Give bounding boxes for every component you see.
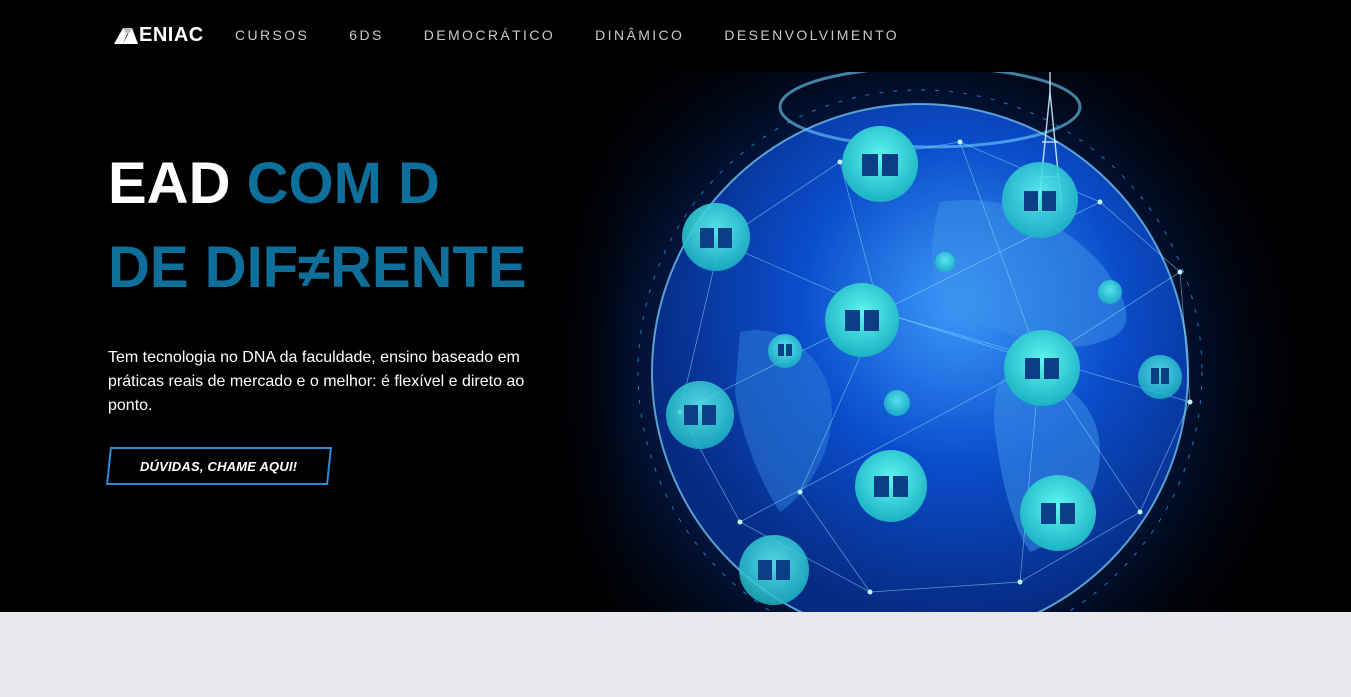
cta-label: DÚVIDAS, CHAME AQUI! [140, 458, 298, 474]
chat-cta-button[interactable]: DÚVIDAS, CHAME AQUI! [106, 447, 332, 485]
globe-with-books-icon [540, 72, 1351, 612]
nav-item-6ds[interactable]: 6DS [349, 27, 383, 43]
lower-section [0, 612, 1351, 697]
hero-headline-line-1: EAD COM D [108, 152, 440, 216]
nav-item-dinamico[interactable]: DINÂMICO [595, 27, 684, 43]
hero-description: Tem tecnologia no DNA da faculdade, ensi… [108, 349, 525, 414]
nav-item-democratico[interactable]: DEMOCRÁTICO [424, 27, 555, 43]
eniac-logo[interactable]: ENIAC [114, 24, 204, 46]
headline-blue-text: COM D [246, 151, 440, 216]
nav-item-cursos[interactable]: CURSOS [235, 27, 309, 43]
logo-text: ENIAC [139, 23, 204, 46]
hero-headline-line-2: DE DIF≠RENTE [108, 235, 527, 300]
main-nav: CURSOS 6DS DEMOCRÁTICO DINÂMICO DESENVOL… [235, 27, 939, 43]
top-navbar: ENIAC CURSOS 6DS DEMOCRÁTICO DINÂMICO DE… [0, 0, 1351, 72]
headline-white-text: EAD [108, 151, 231, 216]
hero-section: EAD COM D DE DIF≠RENTE Tem tecnologia no… [0, 72, 1351, 612]
nav-item-desenvolvimento[interactable]: DESENVOLVIMENTO [724, 27, 899, 43]
logo-mark-icon [114, 28, 138, 44]
